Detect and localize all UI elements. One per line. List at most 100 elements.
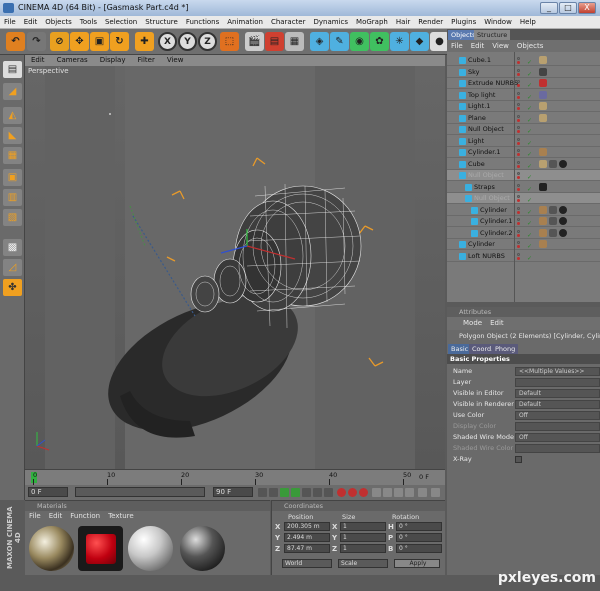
size-field[interactable]: 1 [340, 533, 386, 542]
x-axis-lock[interactable]: X [158, 32, 177, 51]
scale-key-icon[interactable] [383, 488, 392, 497]
subdivision-icon[interactable]: ◉ [350, 32, 369, 51]
close-button[interactable]: X [578, 2, 596, 14]
objects-menu-edit[interactable]: Edit [467, 40, 489, 52]
undo-icon[interactable]: ↶ [6, 32, 25, 51]
material-tag-icon[interactable] [559, 205, 567, 214]
viewport-menu-display[interactable]: Display [94, 55, 132, 66]
visibility-dots[interactable] [517, 252, 523, 260]
rotate-icon[interactable]: ↻ [110, 32, 129, 51]
material-tag-icon[interactable] [549, 159, 557, 168]
material-white[interactable] [128, 526, 173, 571]
goto-start-icon[interactable] [258, 488, 267, 497]
model-mode-icon[interactable]: ◢ [3, 83, 22, 100]
visibility-dots[interactable] [517, 195, 523, 202]
object-list-item[interactable]: Extrude NURBS ✓ [447, 78, 600, 89]
visibility-dots[interactable] [517, 103, 523, 110]
size-field[interactable]: 1 [340, 544, 386, 553]
perspective-viewport[interactable]: Perspective [25, 66, 445, 469]
render-picture-viewer-icon[interactable]: ▤ [265, 32, 284, 51]
materials-menu-file[interactable]: File [25, 511, 45, 522]
menu-file[interactable]: File [0, 16, 20, 29]
visibility-dots[interactable] [517, 114, 523, 122]
redo-icon[interactable]: ↷ [27, 32, 46, 51]
menu-edit[interactable]: Edit [20, 16, 42, 29]
menu-functions[interactable]: Functions [182, 16, 223, 29]
object-list-item[interactable]: Cylinder ✓ [447, 205, 600, 216]
object-list-item[interactable]: Cube ✓ [447, 159, 600, 170]
viewport-menu-cameras[interactable]: Cameras [51, 55, 94, 66]
pen-icon[interactable]: ✎ [330, 32, 349, 51]
menu-dynamics[interactable]: Dynamics [310, 16, 353, 29]
menu-hair[interactable]: Hair [392, 16, 414, 29]
object-list-item[interactable]: Straps ✓ [447, 182, 600, 193]
magnet-icon[interactable]: ✤ [3, 279, 22, 296]
size-field[interactable]: 1 [340, 522, 386, 531]
texture-tag-icon[interactable] [539, 67, 547, 76]
coordinate-system-icon[interactable]: ⬚ [220, 32, 239, 51]
texture-tag-icon[interactable] [539, 113, 547, 122]
visibility-dots[interactable] [517, 218, 523, 225]
next-frame-icon[interactable] [302, 488, 311, 497]
texture-tag-icon[interactable] [539, 159, 547, 168]
visibility-dots[interactable] [517, 137, 523, 145]
texture-tag-icon[interactable] [539, 240, 547, 248]
texture-tag-icon[interactable] [539, 228, 547, 237]
menu-help[interactable]: Help [516, 16, 540, 29]
material-tag-icon[interactable] [559, 228, 567, 237]
attribute-value-field[interactable]: Off [515, 411, 600, 420]
viewport-menu-view[interactable]: View [161, 55, 190, 66]
attribute-value-field[interactable]: Default [515, 400, 600, 409]
texture-tag-icon[interactable] [539, 205, 547, 214]
texture-tag-icon[interactable] [539, 90, 547, 99]
object-list-item[interactable]: Sky ✓ [447, 67, 600, 78]
texture-tag-icon[interactable] [539, 182, 547, 191]
menu-plugins[interactable]: Plugins [447, 16, 480, 29]
material-tag-icon[interactable] [549, 228, 557, 237]
visibility-dots[interactable] [517, 126, 523, 133]
workplane-icon[interactable]: ◣ [3, 127, 22, 144]
menu-tools[interactable]: Tools [76, 16, 101, 29]
object-list-item[interactable]: Null Object ✓ [447, 193, 600, 204]
scale-icon[interactable]: ▣ [90, 32, 109, 51]
materials-menu-edit[interactable]: Edit [45, 511, 67, 522]
recent-tool-icon[interactable]: ✚ [135, 32, 154, 51]
material-red[interactable] [78, 526, 123, 571]
polygons-mode-icon[interactable]: ▥ [3, 189, 22, 206]
object-list-item[interactable]: Cylinder ✓ [447, 239, 600, 250]
objects-menu-objects[interactable]: Objects [513, 40, 547, 52]
visibility-dots[interactable] [517, 57, 523, 64]
record-icon[interactable] [337, 488, 346, 497]
menu-structure[interactable]: Structure [141, 16, 182, 29]
viewport-menu-filter[interactable]: Filter [132, 55, 161, 66]
size-mode-select[interactable]: Scale [338, 559, 388, 568]
rotation-key-icon[interactable] [394, 488, 403, 497]
attributes-menu-mode[interactable]: Mode [459, 317, 486, 330]
objects-menu-view[interactable]: View [488, 40, 513, 52]
object-list-item[interactable]: Light ✓ [447, 136, 600, 147]
minimize-button[interactable]: _ [540, 2, 558, 14]
move-icon[interactable]: ✥ [70, 32, 89, 51]
object-list-item[interactable]: Plane ✓ [447, 113, 600, 124]
materials-menu-function[interactable]: Function [66, 511, 104, 522]
visibility-dots[interactable] [517, 229, 523, 237]
live-selection-icon[interactable]: ⊘ [50, 32, 69, 51]
edges-mode-icon[interactable]: ▣ [3, 169, 22, 186]
rotation-field[interactable]: 0 ° [396, 522, 442, 531]
visibility-dots[interactable] [517, 91, 523, 99]
texture-tag-icon[interactable] [539, 148, 547, 156]
material-tag-icon[interactable] [549, 205, 557, 214]
rotation-field[interactable]: 0 ° [396, 533, 442, 542]
menu-character[interactable]: Character [267, 16, 310, 29]
start-frame-field[interactable]: 0 F [28, 487, 68, 497]
menu-objects[interactable]: Objects [41, 16, 75, 29]
material-tag-icon[interactable] [559, 217, 567, 225]
attribute-value-field[interactable] [515, 378, 600, 387]
tab-structure[interactable]: Structure [474, 30, 511, 40]
position-field[interactable]: 2.494 m [284, 533, 330, 542]
next-key-icon[interactable] [313, 488, 322, 497]
deformer-icon[interactable]: ✳ [390, 32, 409, 51]
visibility-dots[interactable] [517, 241, 523, 248]
attributes-menu-edit[interactable]: Edit [486, 317, 508, 330]
coordinate-mode-select[interactable]: World [282, 559, 332, 568]
